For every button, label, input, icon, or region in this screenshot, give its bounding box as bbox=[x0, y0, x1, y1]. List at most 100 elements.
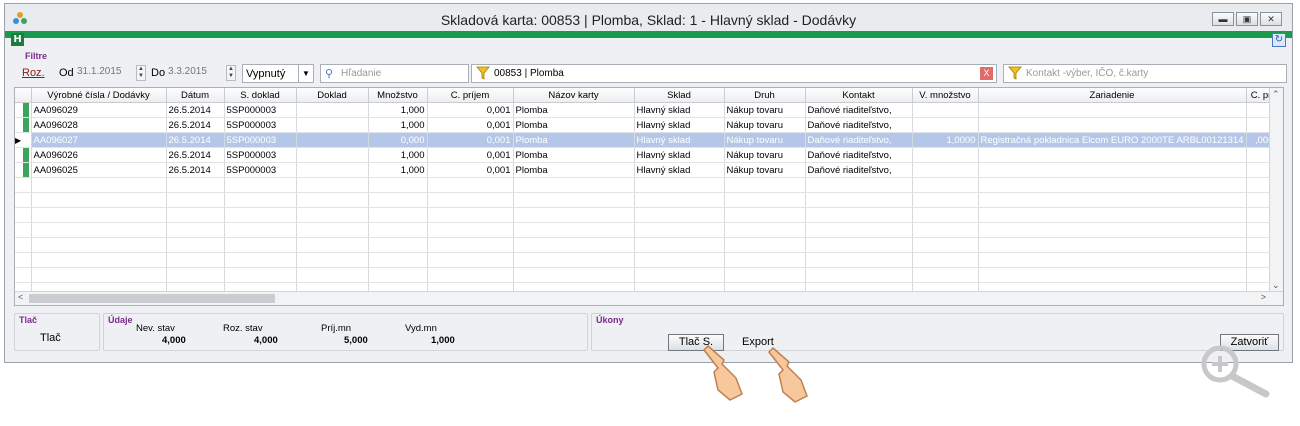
table-cell[interactable]: 26.5.2014 bbox=[166, 147, 225, 163]
table-row[interactable] bbox=[15, 237, 1277, 253]
table-cell[interactable]: Daňové riaditeľstvo, bbox=[805, 102, 913, 118]
table-cell[interactable]: Nákup tovaru bbox=[724, 117, 806, 133]
print-button[interactable]: Tlač bbox=[40, 332, 61, 344]
table-cell[interactable]: Plomba bbox=[513, 117, 635, 133]
table-row[interactable] bbox=[15, 177, 1277, 193]
table-cell[interactable]: Hlavný sklad bbox=[634, 162, 725, 178]
column-header[interactable]: Kontakt bbox=[805, 88, 913, 103]
table-cell[interactable] bbox=[912, 102, 979, 118]
table-cell[interactable]: Daňové riaditeľstvo, bbox=[805, 117, 913, 133]
kontakt-input[interactable]: Kontakt -výber, IČO, č.karty bbox=[1003, 64, 1287, 83]
table-cell[interactable]: Nákup tovaru bbox=[724, 132, 806, 148]
table-cell[interactable]: 0,001 bbox=[427, 162, 514, 178]
table-cell[interactable]: 5SP000003 bbox=[224, 132, 297, 148]
horizontal-scrollbar[interactable]: < > bbox=[15, 291, 1283, 305]
table-cell[interactable]: Hlavný sklad bbox=[634, 102, 725, 118]
table-row[interactable]: AA096029 26.5.2014 5SP000003 1,000 0,001 Plom… bbox=[15, 102, 1277, 118]
column-header[interactable]: Zariadenie bbox=[978, 88, 1247, 103]
table-cell[interactable]: Hlavný sklad bbox=[634, 132, 725, 148]
column-header[interactable]: V. množstvo bbox=[912, 88, 979, 103]
column-header[interactable]: C. príjem bbox=[427, 88, 514, 103]
table-cell[interactable]: 5SP000003 bbox=[224, 162, 297, 178]
column-header[interactable]: Názov karty bbox=[513, 88, 635, 103]
table-row[interactable]: AA096025 26.5.2014 5SP000003 1,000 0,001 Plom… bbox=[15, 162, 1277, 178]
scroll-left-icon[interactable]: < bbox=[18, 292, 23, 302]
h-badge[interactable]: H bbox=[11, 33, 24, 46]
table-row[interactable] bbox=[15, 207, 1277, 223]
table-cell[interactable]: 0,001 bbox=[427, 147, 514, 163]
table-cell[interactable]: 26.5.2014 bbox=[166, 117, 225, 133]
chevron-down-icon[interactable]: ▼ bbox=[298, 65, 313, 82]
table-cell[interactable]: Hlavný sklad bbox=[634, 147, 725, 163]
scroll-right-icon[interactable]: > bbox=[1261, 292, 1266, 302]
table-cell[interactable]: Daňové riaditeľstvo, bbox=[805, 147, 913, 163]
table-cell[interactable] bbox=[912, 162, 979, 178]
od-date-field[interactable]: 31.1.2015 bbox=[77, 66, 122, 77]
close-icon[interactable]: ✕ bbox=[1260, 12, 1282, 26]
table-row[interactable] bbox=[15, 252, 1277, 268]
table-cell[interactable]: Nákup tovaru bbox=[724, 102, 806, 118]
table-cell[interactable]: Hlavný sklad bbox=[634, 117, 725, 133]
table-cell[interactable] bbox=[296, 117, 369, 133]
table-cell[interactable]: 0,000 bbox=[368, 132, 428, 148]
zoom-icon[interactable] bbox=[1200, 344, 1272, 400]
do-spinner-icon[interactable]: ▲ ▼ bbox=[226, 65, 236, 81]
restore-icon[interactable]: ▣ bbox=[1236, 12, 1258, 26]
table-cell[interactable]: 26.5.2014 bbox=[166, 132, 225, 148]
table-cell[interactable]: Nákup tovaru bbox=[724, 162, 806, 178]
column-header[interactable]: Výrobné čísla / Dodávky bbox=[31, 88, 167, 103]
table-cell[interactable]: AA096027 bbox=[31, 132, 167, 148]
table-cell[interactable]: Daňové riaditeľstvo, bbox=[805, 162, 913, 178]
table-cell[interactable]: 26.5.2014 bbox=[166, 102, 225, 118]
table-cell[interactable] bbox=[978, 147, 1247, 163]
table-cell[interactable] bbox=[978, 162, 1247, 178]
refresh-icon[interactable]: ↻ bbox=[1272, 33, 1286, 47]
table-cell[interactable]: 1,000 bbox=[368, 102, 428, 118]
table-cell[interactable]: 5SP000003 bbox=[224, 117, 297, 133]
table-cell[interactable]: 1,0000 bbox=[912, 132, 979, 148]
table-cell[interactable]: AA096029 bbox=[31, 102, 167, 118]
table-cell[interactable] bbox=[296, 102, 369, 118]
table-cell[interactable] bbox=[912, 147, 979, 163]
state-select[interactable]: Vypnutý ▼ bbox=[242, 64, 314, 83]
column-header[interactable]: S. doklad bbox=[224, 88, 297, 103]
table-cell[interactable]: Nákup tovaru bbox=[724, 147, 806, 163]
table-cell[interactable]: AA096028 bbox=[31, 117, 167, 133]
table-row[interactable] bbox=[15, 222, 1277, 238]
data-grid[interactable]: Výrobné čísla / Dodávky Dátum S. doklad Dok… bbox=[14, 87, 1284, 306]
minimize-icon[interactable]: ▬ bbox=[1212, 12, 1234, 26]
table-cell[interactable]: Plomba bbox=[513, 162, 635, 178]
table-cell[interactable]: 0,001 bbox=[427, 117, 514, 133]
do-date-field[interactable]: 3.3.2015 bbox=[168, 66, 207, 77]
scroll-down-icon[interactable]: ⌄ bbox=[1272, 280, 1280, 291]
column-header[interactable]: Dátum bbox=[166, 88, 225, 103]
scroll-up-icon[interactable]: ⌃ bbox=[1272, 89, 1280, 100]
table-cell[interactable]: Registračná pokladnica Elcom EURO 2000TE… bbox=[978, 132, 1247, 148]
table-row[interactable]: AA096028 26.5.2014 5SP000003 1,000 0,001 Plom… bbox=[15, 117, 1277, 133]
table-cell[interactable] bbox=[978, 102, 1247, 118]
table-cell[interactable]: Daňové riaditeľstvo, bbox=[805, 132, 913, 148]
table-cell[interactable]: 1,000 bbox=[368, 147, 428, 163]
clear-filter-icon[interactable]: X bbox=[980, 67, 993, 80]
table-cell[interactable]: AA096025 bbox=[31, 162, 167, 178]
table-row[interactable]: AA096026 26.5.2014 5SP000003 1,000 0,001 Plom… bbox=[15, 147, 1277, 163]
table-row[interactable] bbox=[15, 192, 1277, 208]
column-header[interactable]: Sklad bbox=[634, 88, 725, 103]
vertical-scrollbar[interactable]: ⌃ ⌄ bbox=[1269, 88, 1283, 305]
table-cell[interactable]: 5SP000003 bbox=[224, 147, 297, 163]
column-header[interactable]: Množstvo bbox=[368, 88, 428, 103]
table-row[interactable]: ▶ AA096027 26.5.2014 5SP000003 0,000 0,001 Plo… bbox=[15, 132, 1277, 148]
table-cell[interactable]: Plomba bbox=[513, 102, 635, 118]
table-cell[interactable]: 0,001 bbox=[427, 132, 514, 148]
table-cell[interactable]: AA096026 bbox=[31, 147, 167, 163]
table-cell[interactable]: 5SP000003 bbox=[224, 102, 297, 118]
table-cell[interactable]: 26.5.2014 bbox=[166, 162, 225, 178]
horizontal-scroll-thumb[interactable] bbox=[29, 294, 275, 303]
table-cell[interactable]: Plomba bbox=[513, 147, 635, 163]
search-input[interactable]: ⚲ Hľadanie bbox=[320, 64, 469, 83]
table-cell[interactable] bbox=[296, 132, 369, 148]
table-cell[interactable]: 0,001 bbox=[427, 102, 514, 118]
od-spinner-icon[interactable]: ▲ ▼ bbox=[136, 65, 146, 81]
table-cell[interactable] bbox=[296, 147, 369, 163]
table-cell[interactable] bbox=[296, 162, 369, 178]
